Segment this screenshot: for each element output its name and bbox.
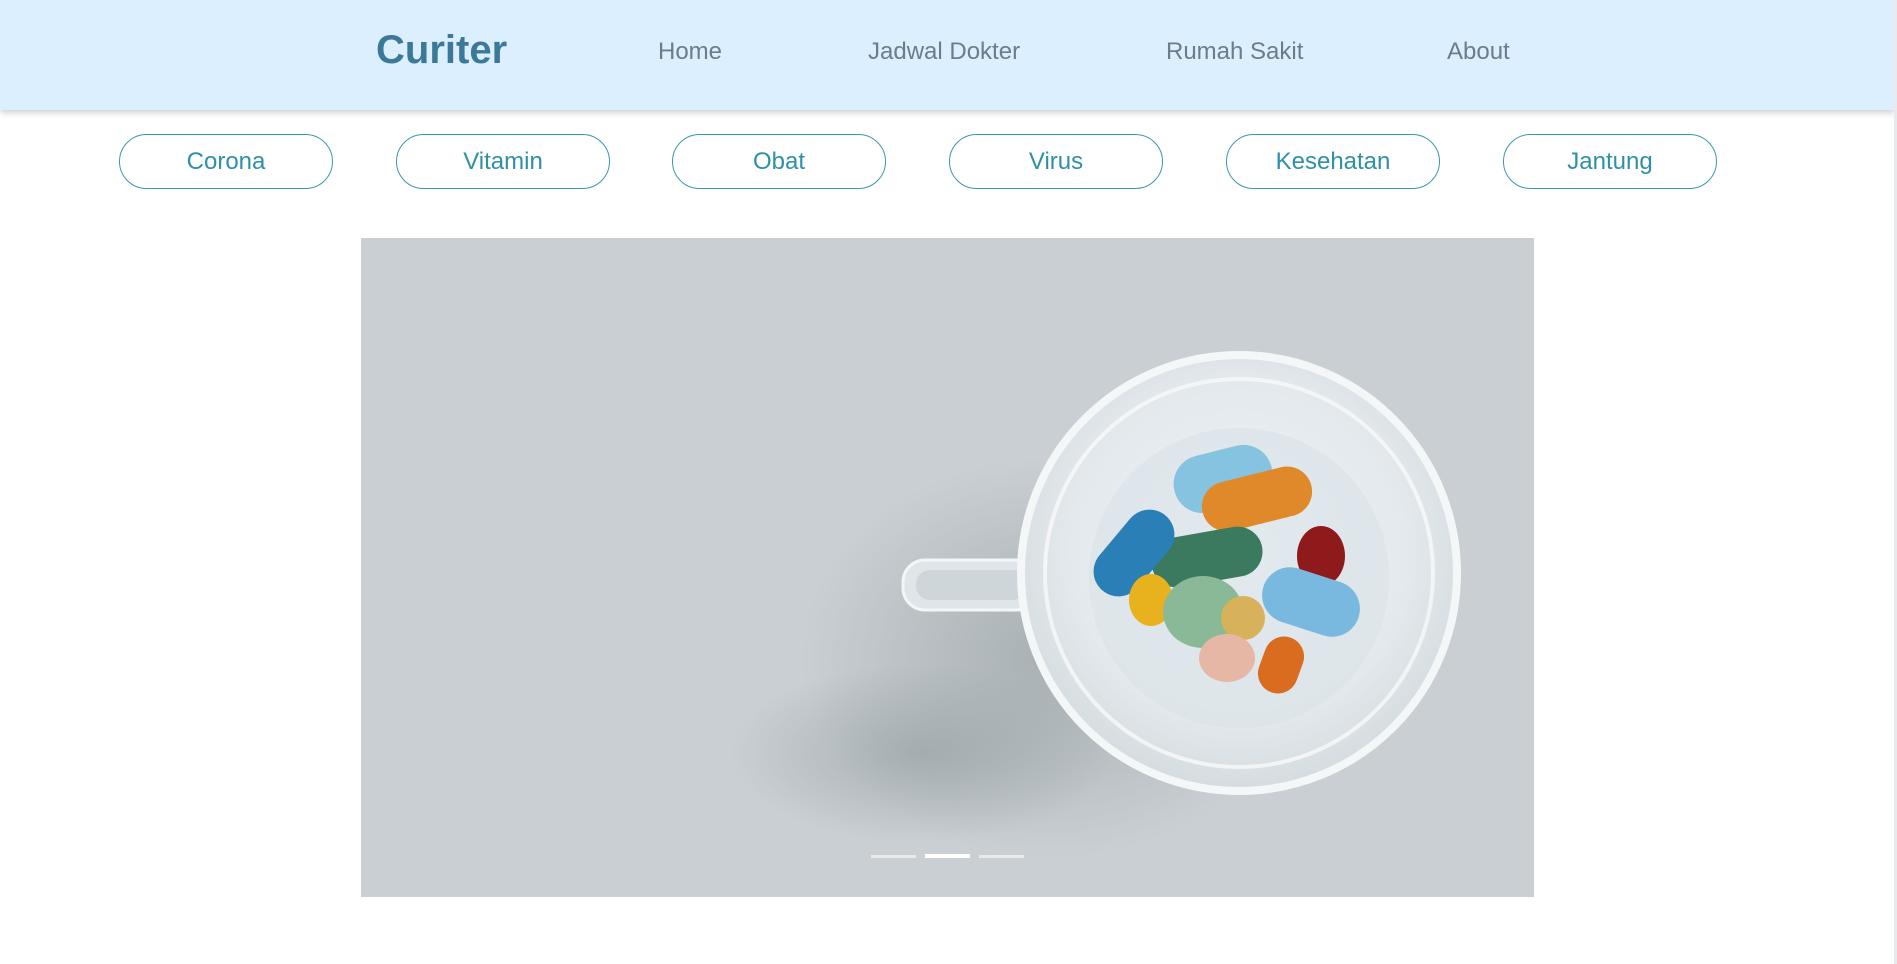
category-chip-virus[interactable]: Virus [949,134,1163,189]
nav-link-rumah-sakit[interactable]: Rumah Sakit [1166,38,1303,66]
nav-link-about[interactable]: About [1447,38,1510,66]
category-chip-kesehatan[interactable]: Kesehatan [1226,134,1440,189]
category-chip-jantung[interactable]: Jantung [1503,134,1717,189]
navbar: Curiter Home Jadwal Dokter Rumah Sakit A… [0,0,1895,110]
carousel-indicator-1[interactable] [871,855,916,858]
carousel-indicator-3[interactable] [979,855,1024,858]
nav-link-jadwal-dokter[interactable]: Jadwal Dokter [868,38,1020,66]
carousel-indicator-2[interactable] [925,854,970,858]
nav-link-home[interactable]: Home [658,38,722,66]
pills-cup-image [731,351,1461,858]
brand-logo[interactable]: Curiter [376,28,507,73]
category-chip-vitamin[interactable]: Vitamin [396,134,610,189]
hero-carousel[interactable] [361,238,1534,897]
category-chip-obat[interactable]: Obat [672,134,886,189]
category-chip-corona[interactable]: Corona [119,134,333,189]
